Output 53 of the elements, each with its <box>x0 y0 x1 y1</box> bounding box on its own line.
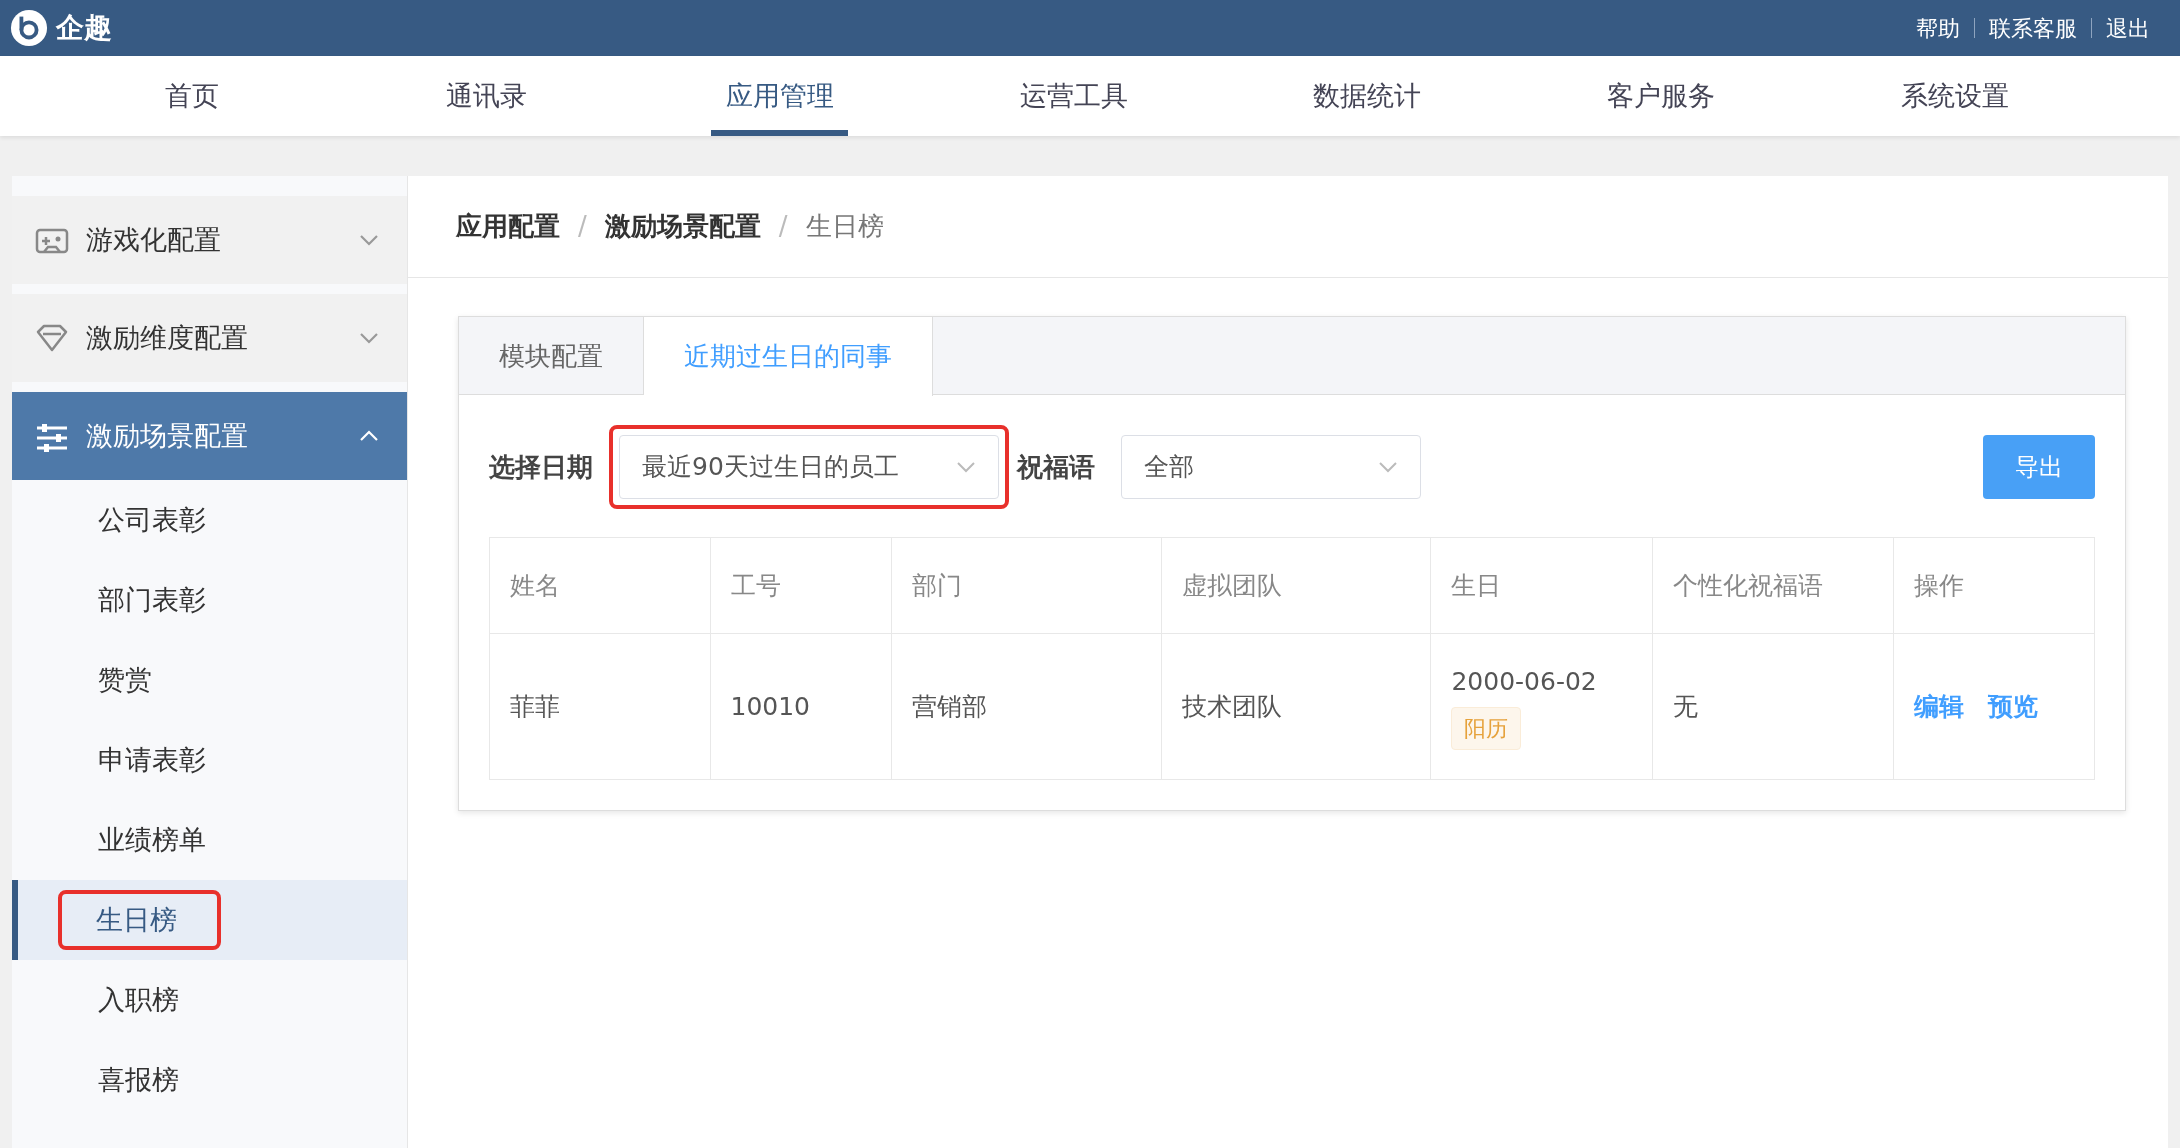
nav-tab[interactable]: 应用管理 <box>711 56 849 136</box>
column-header: 虚拟团队 <box>1161 537 1431 634</box>
sidebar-item[interactable]: 生日榜 <box>12 880 407 960</box>
header-link[interactable]: 联系客服 <box>1975 11 2091 45</box>
item-label: 生日榜 <box>96 903 177 935</box>
calendar-tag: 阳历 <box>1451 706 1522 750</box>
breadcrumb-separator: / <box>578 210 587 243</box>
chevron-icon <box>956 460 976 474</box>
filter-label: 选择日期 <box>489 450 593 484</box>
header-link[interactable]: 帮助 <box>1902 11 1974 45</box>
filter-label: 祝福语 <box>1017 450 1095 484</box>
breadcrumb-link[interactable]: 激励场景配置 <box>604 207 761 246</box>
nav-tab[interactable]: 运营工具 <box>1005 56 1142 136</box>
sidebar-item[interactable]: 部门表彰 <box>12 560 407 640</box>
breadcrumb-separator: / <box>778 210 788 243</box>
column-header: 操作 <box>1893 537 2095 634</box>
sidebar-item[interactable]: 申请表彰 <box>12 720 407 800</box>
diamond-icon <box>34 322 70 354</box>
nav-tab[interactable]: 客户服务 <box>1592 56 1730 136</box>
table-cell: 无 <box>1652 633 1894 780</box>
column-header: 工号 <box>710 537 892 634</box>
nav-tab[interactable]: 首页 <box>124 56 261 136</box>
column-header: 个性化祝福语 <box>1652 537 1894 634</box>
nav-tab[interactable]: 通讯录 <box>417 56 555 136</box>
header-link[interactable]: 退出 <box>2092 11 2164 45</box>
table-cell: 10010 <box>710 633 892 780</box>
table-cell: 技术团队 <box>1161 633 1431 780</box>
sidebar-item[interactable]: 公司表彰 <box>12 480 407 560</box>
sidebar-item[interactable]: 赞赏 <box>12 640 407 720</box>
column-header: 生日 <box>1430 537 1653 634</box>
breadcrumb-current: 生日榜 <box>805 210 884 243</box>
sidebar-group[interactable]: 激励维度配置 <box>12 294 407 382</box>
table-cell: 菲菲 <box>489 633 710 780</box>
breadcrumb-link[interactable]: 应用配置 <box>456 207 560 246</box>
column-header: 部门 <box>891 537 1162 634</box>
chevron-icon <box>359 429 379 443</box>
nav-tab[interactable]: 数据统计 <box>1298 56 1436 136</box>
chevron-icon <box>359 331 379 345</box>
column-header: 姓名 <box>489 537 710 634</box>
sidebar-group[interactable]: 游戏化配置 <box>12 196 407 284</box>
logo-text: 企趣 <box>56 10 112 46</box>
table-cell: 营销部 <box>891 633 1162 780</box>
birthday-date: 2000-06-02 <box>1451 666 1598 699</box>
sidebar-item[interactable]: 喜报榜 <box>12 1040 407 1120</box>
select-field[interactable]: 全部 <box>1121 435 1421 499</box>
sidebar-group[interactable]: 激励场景配置 <box>12 392 407 480</box>
logo-icon <box>10 9 48 47</box>
nav-tab[interactable]: 系统设置 <box>1886 56 2024 136</box>
select-field[interactable]: 最近90天过生日的员工 <box>619 435 999 499</box>
sidebar-item[interactable]: 业绩榜单 <box>12 800 407 880</box>
chevron-icon <box>359 233 379 247</box>
sidebar-item[interactable]: 入职榜 <box>12 960 407 1040</box>
chevron-icon <box>1378 460 1398 474</box>
